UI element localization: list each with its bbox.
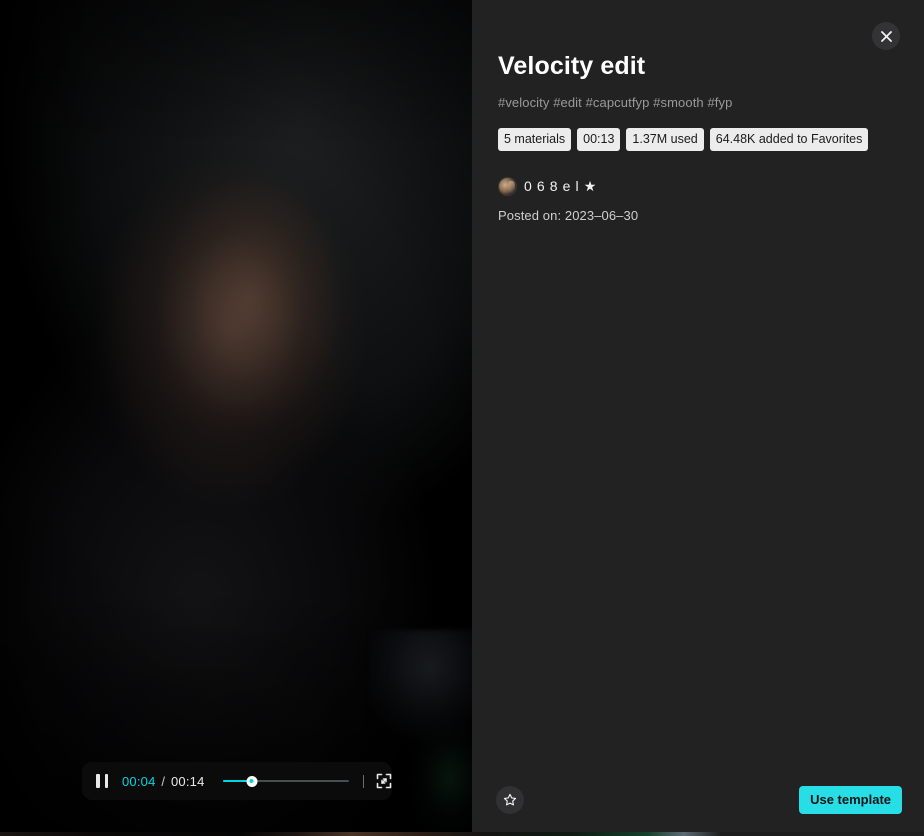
seek-thumb[interactable] <box>246 775 258 787</box>
video-vignette <box>0 0 472 832</box>
template-info-panel: Velocity edit #velocity #edit #capcutfyp… <box>472 0 924 832</box>
author-name: 0 6 8 e l ★ <box>524 178 597 195</box>
seek-slider[interactable] <box>222 774 350 788</box>
status-badge: 1.37M used <box>626 127 704 152</box>
posted-date: Posted on: 2023–06–30 <box>498 208 639 224</box>
status-badge: 64.48K added to Favorites <box>709 127 869 152</box>
template-detail-modal-screen: 00:04 / 00:14 Velocity edit #velocity #e… <box>0 0 924 836</box>
current-time-label: 00:04 <box>122 773 156 789</box>
star-outline-icon <box>503 793 517 806</box>
duration-label: 00:14 <box>170 773 205 789</box>
close-icon <box>880 30 892 42</box>
time-display: 00:04 / 00:14 <box>122 774 205 789</box>
use-template-button[interactable]: Use template <box>799 786 902 814</box>
pause-icon <box>96 774 108 788</box>
status-badge: 00:13 <box>577 127 621 152</box>
video-player[interactable]: 00:04 / 00:14 <box>0 0 472 832</box>
controls-divider <box>363 774 364 788</box>
close-button[interactable] <box>872 22 900 50</box>
time-separator: / <box>161 773 166 789</box>
info-body: Velocity edit #velocity #edit #capcutfyp… <box>472 0 924 223</box>
fullscreen-icon <box>376 773 392 789</box>
template-detail-modal: 00:04 / 00:14 Velocity edit #velocity #e… <box>0 0 924 832</box>
pause-button[interactable] <box>96 774 108 788</box>
status-badge: 5 materials <box>498 127 572 152</box>
fullscreen-button[interactable] <box>376 773 392 789</box>
author-row[interactable]: 0 6 8 e l ★ <box>498 177 894 197</box>
avatar <box>498 177 517 197</box>
stats-tag-row: 5 materials 00:13 1.37M used 64.48K adde… <box>498 127 894 152</box>
video-controls-bar[interactable]: 00:04 / 00:14 <box>82 762 392 800</box>
hashtag-list: #velocity #edit #capcutfyp #smooth #fyp <box>498 94 733 110</box>
add-to-favorites-button[interactable] <box>496 786 524 814</box>
modal-bottom-bar: Use template <box>472 768 924 832</box>
page-title: Velocity edit <box>498 52 646 80</box>
